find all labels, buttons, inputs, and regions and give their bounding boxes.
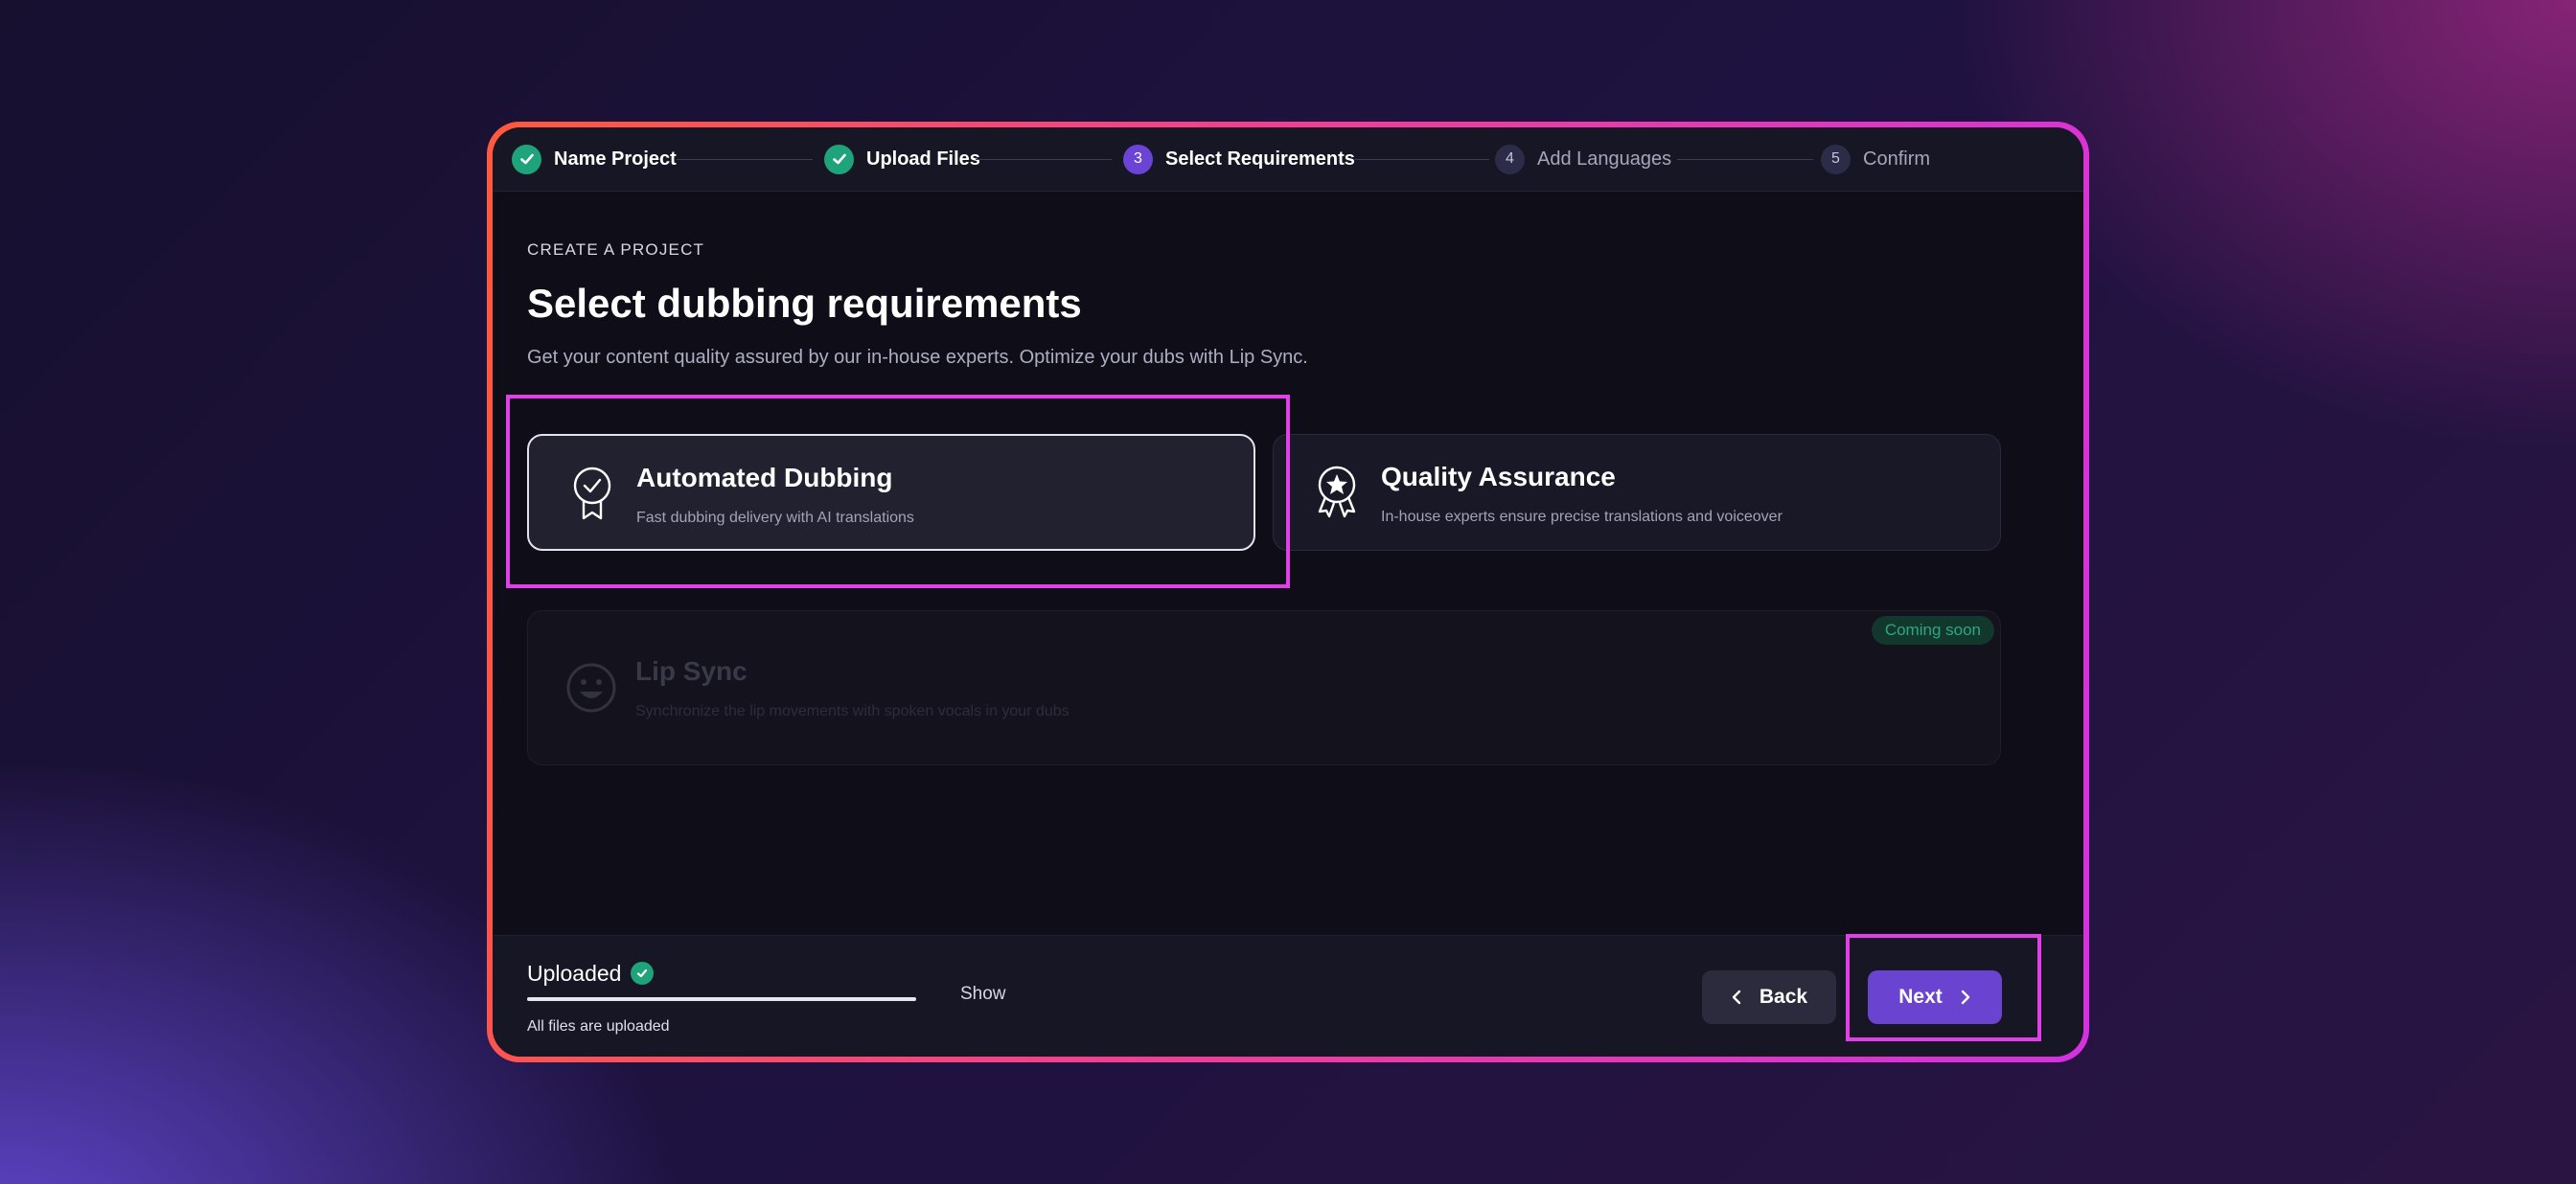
option-title: Automated Dubbing xyxy=(636,463,893,492)
step-number: 5 xyxy=(1821,144,1851,174)
page-subtitle: Get your content quality assured by our … xyxy=(527,347,1308,368)
back-button[interactable]: Back xyxy=(1702,970,1836,1024)
project-wizard-window: Name Project Upload Files 3 Select Requi… xyxy=(493,127,2083,1057)
coming-soon-badge: Coming soon xyxy=(1871,616,1994,645)
step-name-project[interactable]: Name Project xyxy=(512,144,677,174)
next-button-label: Next xyxy=(1898,986,1943,1008)
option-quality-assurance[interactable]: Quality Assurance In-house experts ensur… xyxy=(1273,434,2001,551)
option-description: In-house experts ensure precise translat… xyxy=(1381,509,1782,525)
chevron-right-icon xyxy=(1961,990,1969,1005)
wizard-footer: Uploaded All files are uploaded Show Bac… xyxy=(493,935,2083,1057)
check-icon xyxy=(824,144,854,174)
step-label: Add Languages xyxy=(1537,148,1672,170)
ribbon-check-icon xyxy=(573,467,611,520)
option-description: Synchronize the lip movements with spoke… xyxy=(635,703,1070,719)
page-title: Select dubbing requirements xyxy=(527,281,1082,326)
smile-icon xyxy=(566,663,616,713)
check-circle-icon xyxy=(631,962,654,985)
check-icon xyxy=(512,144,541,174)
step-label: Select Requirements xyxy=(1165,148,1355,170)
option-automated-dubbing[interactable]: Automated Dubbing Fast dubbing delivery … xyxy=(527,434,1255,551)
app-frame: Name Project Upload Files 3 Select Requi… xyxy=(487,122,2089,1062)
step-label: Name Project xyxy=(554,148,677,170)
upload-status-label: Uploaded xyxy=(527,961,622,986)
step-number: 3 xyxy=(1123,144,1153,174)
step-connector xyxy=(1677,159,1813,160)
step-confirm[interactable]: 5 Confirm xyxy=(1821,144,1930,174)
step-add-languages[interactable]: 4 Add Languages xyxy=(1495,144,1671,174)
upload-status-text: All files are uploaded xyxy=(527,1018,670,1035)
upload-progress-bar xyxy=(527,997,916,1001)
step-number: 4 xyxy=(1495,144,1525,174)
option-title: Lip Sync xyxy=(635,656,748,686)
step-label: Upload Files xyxy=(866,148,980,170)
page-kicker: CREATE A PROJECT xyxy=(527,240,705,259)
back-button-label: Back xyxy=(1759,986,1808,1008)
upload-progress-fill xyxy=(527,997,916,1001)
step-connector xyxy=(1353,159,1489,160)
step-connector xyxy=(976,159,1112,160)
step-select-requirements[interactable]: 3 Select Requirements xyxy=(1123,144,1355,174)
chevron-left-icon xyxy=(1732,990,1741,1005)
next-button[interactable]: Next xyxy=(1868,970,2002,1024)
award-star-icon xyxy=(1318,466,1356,518)
step-upload-files[interactable]: Upload Files xyxy=(824,144,980,174)
step-label: Confirm xyxy=(1863,148,1931,170)
option-description: Fast dubbing delivery with AI translatio… xyxy=(636,510,914,526)
step-connector xyxy=(677,159,813,160)
option-title: Quality Assurance xyxy=(1381,462,1616,491)
option-lip-sync: Lip Sync Synchronize the lip movements w… xyxy=(527,610,2001,765)
show-files-link[interactable]: Show xyxy=(960,984,1006,1005)
wizard-stepper: Name Project Upload Files 3 Select Requi… xyxy=(493,127,2083,192)
